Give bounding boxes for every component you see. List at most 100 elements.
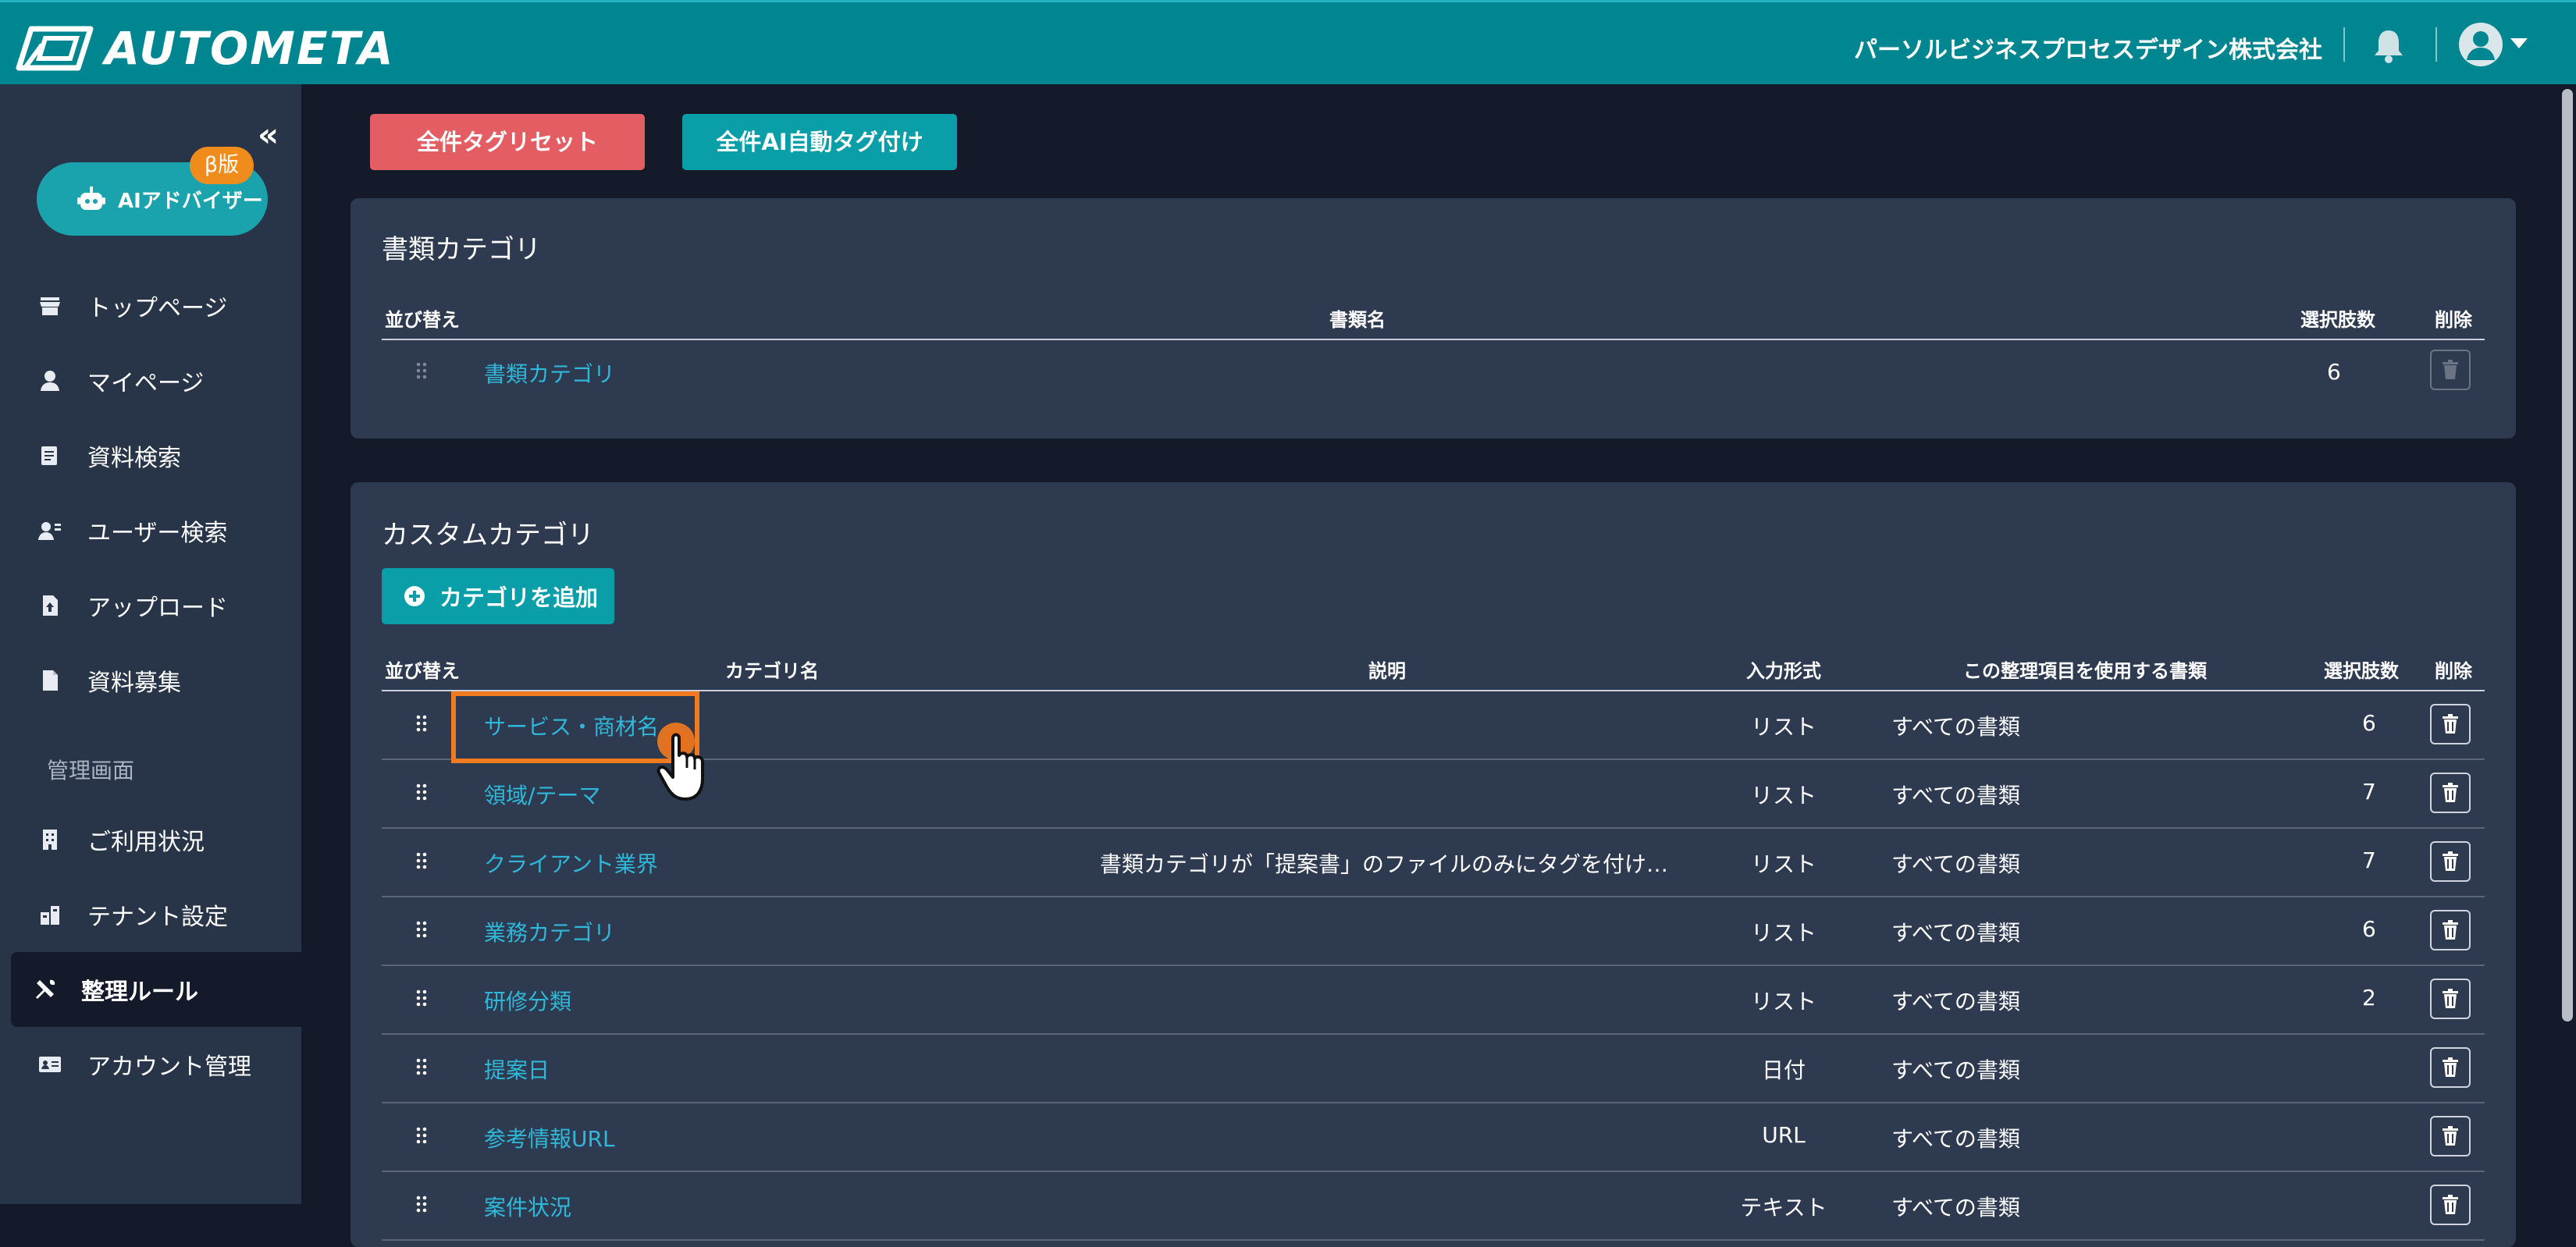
category-name-link[interactable]: 参考情報URL (484, 1122, 615, 1153)
column-header-choices: 選択肢数 (2324, 660, 2399, 682)
used-docs: すべての書類 (1891, 1126, 2020, 1152)
choices-count: 6 (2362, 710, 2376, 736)
sidebar-item-label: アカウント管理 (87, 1053, 251, 1081)
trash-icon (2443, 360, 2458, 379)
sidebar-item-my-page[interactable]: マイページ (0, 343, 301, 418)
input-type: リスト (1750, 714, 1817, 740)
company-name: パーソルビジネスプロセスデザイン株式会社 (1854, 37, 2322, 64)
page-scrollbar[interactable] (2562, 89, 2573, 1021)
choices-count: 2 (2362, 985, 2376, 1011)
sidebar-item-tenant-settings[interactable]: テナント設定 (0, 877, 301, 952)
category-name-link[interactable]: 業務カテゴリ (484, 916, 615, 947)
delete-button[interactable] (2430, 1047, 2471, 1088)
category-name-link[interactable]: クライアント業界 (484, 847, 658, 879)
drag-handle-icon (416, 362, 427, 379)
sidebar: « AIアドバイザー β版 トップページ マイページ 資料検索 ユーザー検索 ア… (0, 84, 301, 1204)
drag-handle-icon[interactable] (416, 715, 427, 732)
trash-icon (2443, 851, 2458, 871)
trash-icon (2443, 989, 2458, 1008)
column-header-delete: 削除 (2435, 660, 2472, 682)
delete-button[interactable] (2430, 1116, 2471, 1156)
delete-button (2430, 350, 2471, 390)
sidebar-item-upload[interactable]: アップロード (0, 568, 301, 643)
drag-handle-icon[interactable] (416, 783, 427, 801)
used-docs: すべての書類 (1891, 920, 2020, 946)
column-header-sort: 並び替え (385, 660, 460, 682)
choices-count: 6 (2327, 359, 2341, 385)
used-docs: すべての書類 (1891, 851, 2020, 877)
row-divider (382, 827, 2485, 829)
sidebar-item-label: ご利用状況 (87, 829, 205, 856)
delete-button[interactable] (2430, 910, 2471, 950)
column-header-choices: 選択肢数 (2300, 309, 2375, 331)
sidebar-item-label: マイページ (87, 370, 205, 397)
sidebar-item-label: 整理ルール (81, 979, 198, 1006)
input-type: リスト (1750, 989, 1817, 1014)
input-type: リスト (1750, 851, 1817, 877)
delete-button[interactable] (2430, 841, 2471, 882)
choices-count: 6 (2362, 916, 2376, 942)
sidebar-item-account-management[interactable]: アカウント管理 (0, 1027, 301, 1102)
drag-handle-icon[interactable] (416, 1127, 427, 1144)
row-divider (382, 965, 2485, 966)
delete-button[interactable] (2430, 704, 2471, 744)
category-name-link[interactable]: 案件状況 (484, 1191, 571, 1222)
row-divider (382, 1239, 2485, 1241)
id-card-icon (39, 1057, 61, 1072)
sidebar-item-label: 資料検索 (87, 445, 181, 472)
column-header-input-type: 入力形式 (1746, 660, 1821, 682)
logo-text: AUTOMETA (105, 22, 395, 75)
input-type: リスト (1750, 920, 1817, 946)
bell-icon[interactable] (2371, 27, 2406, 65)
reset-all-tags-button[interactable]: 全件タグリセット (370, 114, 645, 170)
used-docs: すべての書類 (1891, 1195, 2020, 1220)
doc-category-link[interactable]: 書類カテゴリ (484, 357, 615, 389)
sidebar-item-doc-search[interactable]: 資料検索 (0, 418, 301, 493)
used-docs: すべての書類 (1891, 989, 2020, 1014)
sidebar-item-top-page[interactable]: トップページ (0, 268, 301, 343)
ai-auto-tag-all-button[interactable]: 全件AI自動タグ付け (682, 114, 957, 170)
input-type: 日付 (1761, 1057, 1806, 1083)
sidebar-item-doc-request[interactable]: 資料募集 (0, 643, 301, 718)
category-name-link[interactable]: 提案日 (484, 1053, 550, 1085)
store-icon (40, 297, 60, 315)
top-header: AUTOMETA パーソルビジネスプロセスデザイン株式会社 (0, 0, 2576, 84)
delete-button[interactable] (2430, 1185, 2471, 1225)
trash-icon (2443, 1195, 2458, 1214)
sidebar-item-user-search[interactable]: ユーザー検索 (0, 493, 301, 568)
add-category-label: カテゴリを追加 (439, 584, 599, 611)
drag-handle-icon[interactable] (416, 852, 427, 869)
trash-icon (2443, 1057, 2458, 1077)
trash-icon (2443, 1126, 2458, 1146)
category-name-link[interactable]: 研修分類 (484, 985, 571, 1016)
choices-count: 7 (2362, 847, 2376, 873)
drag-handle-icon[interactable] (416, 989, 427, 1007)
collapse-sidebar-button[interactable]: « (258, 119, 279, 151)
drag-handle-icon[interactable] (416, 1058, 427, 1075)
sidebar-item-label: テナント設定 (87, 904, 228, 931)
caret-down-icon[interactable] (2510, 38, 2528, 48)
column-header-doc-name: 書類名 (1329, 309, 1386, 331)
input-type: テキスト (1740, 1195, 1827, 1220)
app-logo[interactable]: AUTOMETA (16, 21, 395, 76)
drag-handle-icon[interactable] (416, 921, 427, 938)
sidebar-item-usage[interactable]: ご利用状況 (0, 802, 301, 877)
header-divider (2343, 27, 2345, 62)
row-divider (382, 1171, 2485, 1172)
admin-section-label: 管理画面 (47, 758, 135, 783)
user-avatar-icon[interactable] (2459, 23, 2503, 66)
pointer-cursor-icon (656, 723, 704, 801)
used-docs: すべての書類 (1891, 1057, 2020, 1083)
delete-button[interactable] (2430, 773, 2471, 813)
add-category-button[interactable]: カテゴリを追加 (382, 568, 614, 624)
delete-button[interactable] (2430, 979, 2471, 1019)
row-divider (382, 896, 2485, 897)
category-name-link[interactable]: 領域/テーマ (484, 779, 600, 810)
sidebar-item-organize-rules[interactable]: 整理ルール (11, 952, 301, 1027)
drag-handle-icon[interactable] (416, 1195, 427, 1213)
column-header-used-docs: この整理項目を使用する書類 (1963, 660, 2207, 682)
input-type: URL (1762, 1122, 1806, 1148)
upload-file-icon (43, 595, 58, 616)
custom-category-panel: カスタムカテゴリ カテゴリを追加 並び替え カテゴリ名 説明 入力形式 この整理… (350, 482, 2516, 1247)
row-divider (382, 1033, 2485, 1035)
